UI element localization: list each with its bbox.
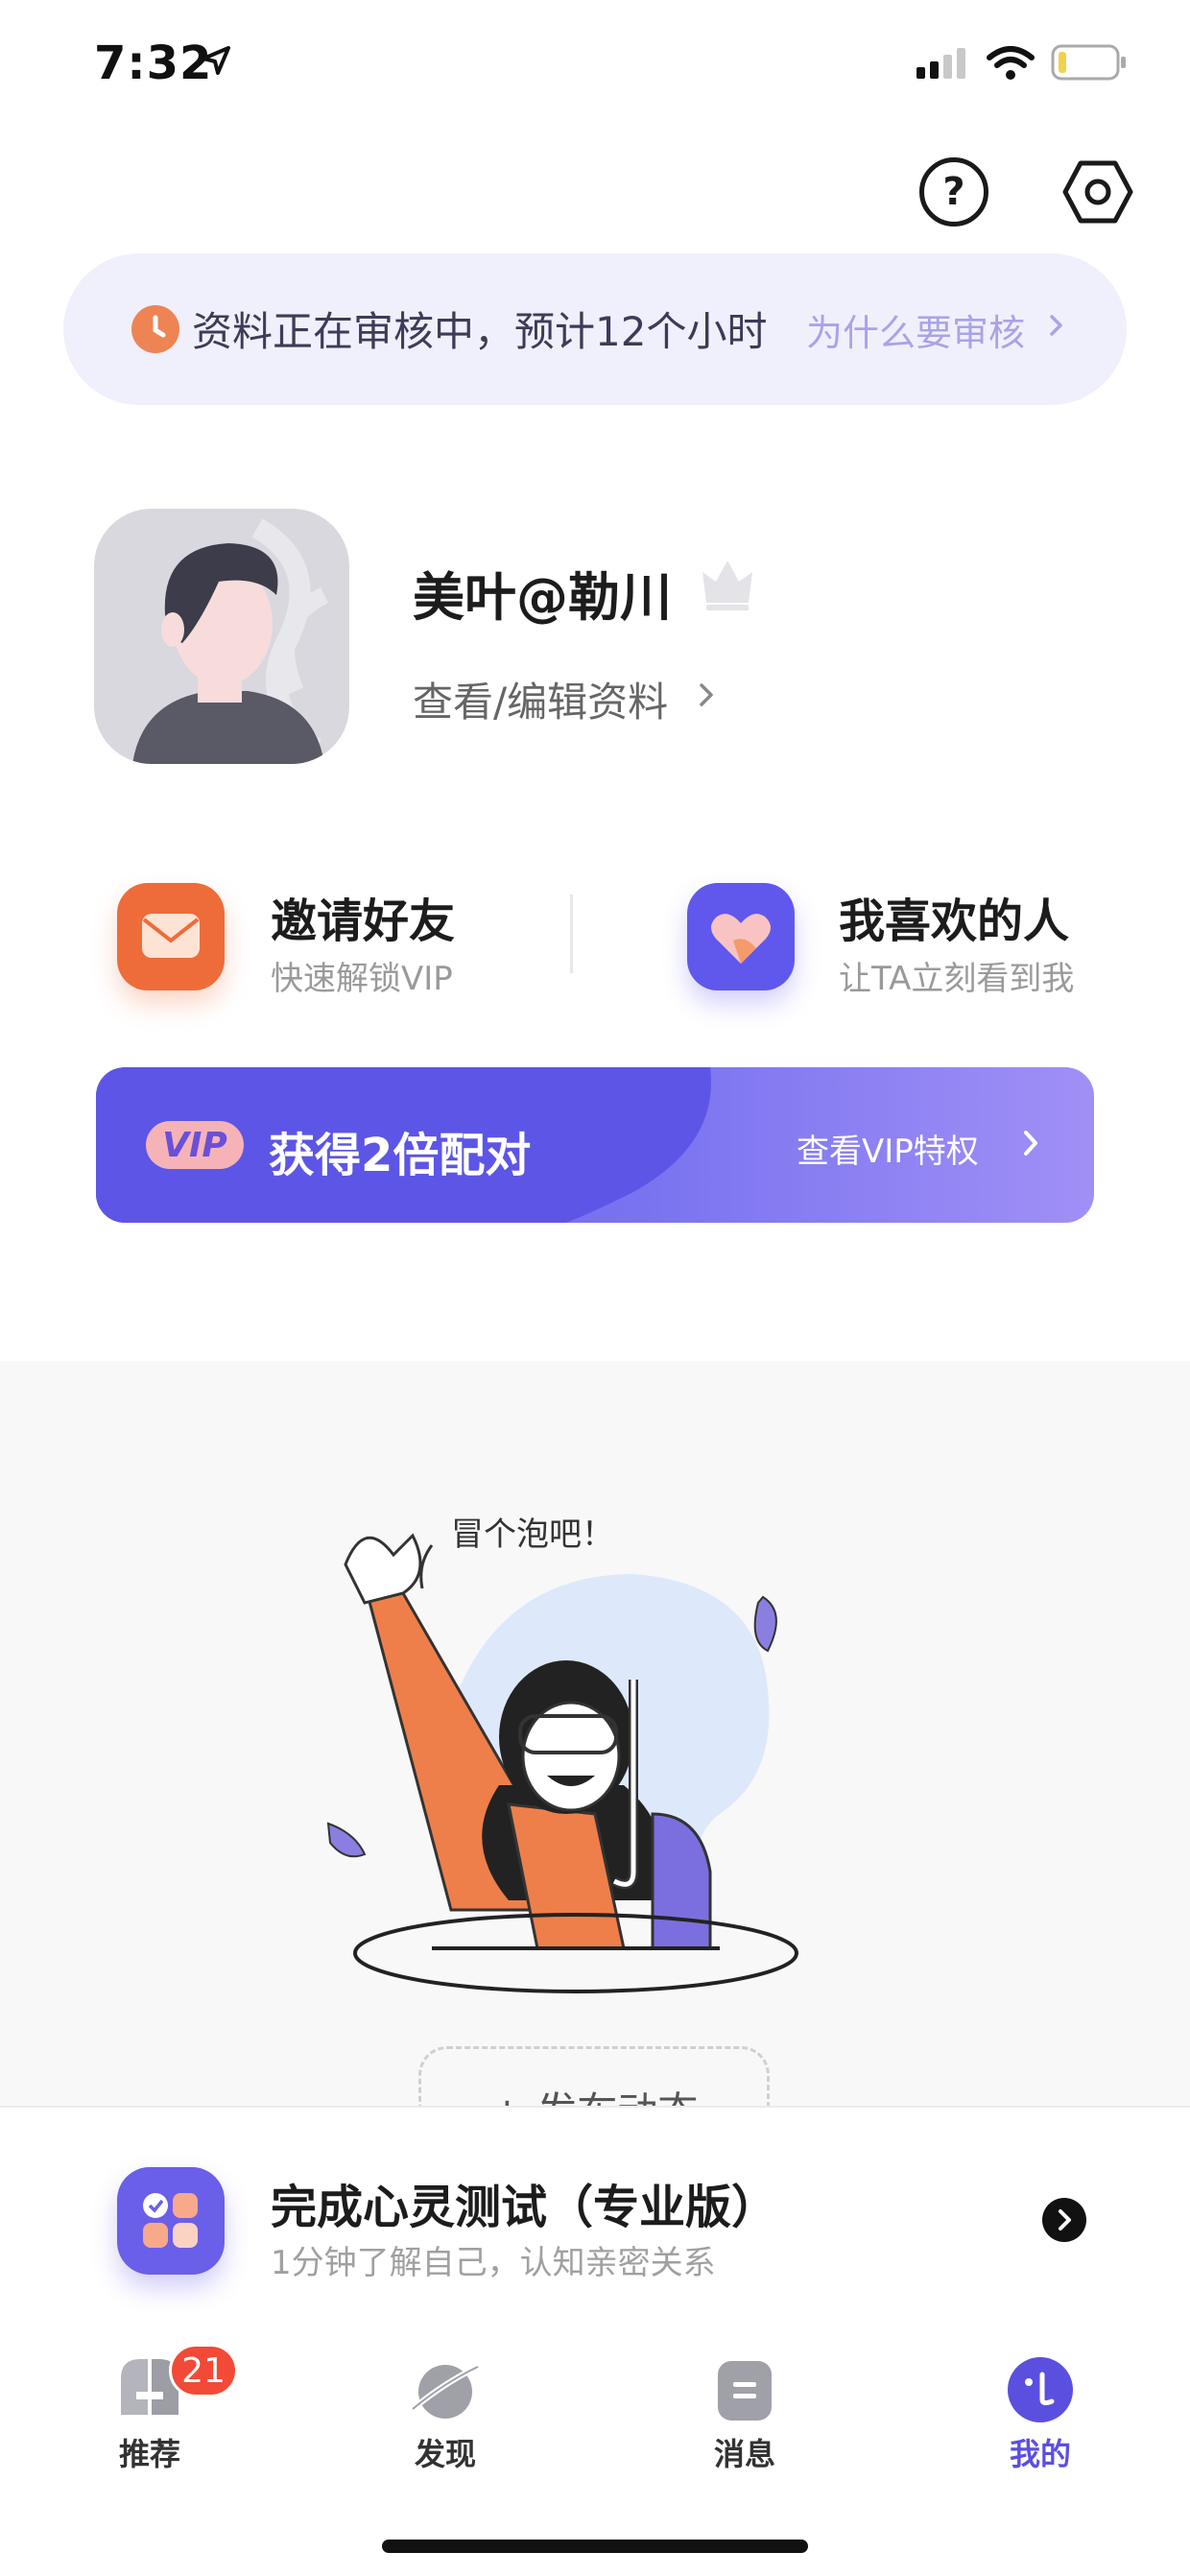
tab-label: 推荐 [118, 2436, 180, 2472]
chevron-right-icon [1024, 1131, 1037, 1156]
crown-icon [702, 561, 752, 610]
battery-icon [1051, 44, 1126, 81]
snorkel-girl-illustration: 冒个泡吧！ [326, 1516, 798, 1993]
settings-hexagon-icon[interactable] [1061, 155, 1134, 228]
why-review-link[interactable]: 为什么要审核 [806, 303, 1025, 356]
test-card-subtitle: 1分钟了解自己，认知亲密关系 [271, 2244, 716, 2282]
message-icon [718, 2361, 772, 2421]
tab-messages[interactable]: 消息 [649, 2353, 841, 2474]
planet-icon [411, 2364, 480, 2419]
cellular-signal-icon [916, 48, 965, 79]
invite-friends-subtitle: 快速解锁VIP [271, 960, 453, 998]
tab-label: 发现 [414, 2436, 476, 2472]
wifi-icon [987, 46, 1035, 80]
profile-name: 美叶@勒川 [413, 567, 672, 628]
chevron-right-icon [700, 683, 713, 706]
edit-profile-link[interactable]: 查看/编辑资料 [413, 670, 668, 728]
arrow-right-icon[interactable] [1042, 2198, 1086, 2242]
profile-face-icon [1008, 2357, 1073, 2422]
home-indicator [382, 2540, 808, 2553]
tab-label: 消息 [713, 2436, 775, 2472]
location-arrow-icon [202, 46, 230, 75]
tab-me[interactable]: 我的 [944, 2353, 1136, 2474]
vip-title: 获得2倍配对 [269, 1129, 532, 1182]
avatar[interactable] [94, 509, 349, 764]
envelope-icon[interactable] [117, 883, 225, 990]
vip-badge: VIP [146, 1121, 244, 1169]
notification-badge: 21 [169, 2344, 238, 2397]
tab-label: 我的 [1009, 2436, 1071, 2472]
help-button[interactable]: ? [919, 157, 988, 227]
tab-discover[interactable]: 发现 [349, 2353, 541, 2474]
people-i-like-title[interactable]: 我喜欢的人 [839, 883, 1069, 950]
review-status-text: 资料正在审核中，预计12个小时 [192, 308, 768, 355]
divider [570, 894, 573, 973]
speech-bubble-text: 冒个泡吧！ [451, 1516, 614, 1553]
apps-grid-icon [117, 2167, 225, 2275]
status-time: 7:32 [94, 36, 213, 90]
clock-icon [131, 305, 179, 353]
heart-icon[interactable] [687, 883, 795, 990]
test-card-title: 完成心灵测试（专业版） [271, 2181, 778, 2234]
invite-friends-title[interactable]: 邀请好友 [271, 883, 455, 950]
chevron-right-icon [1050, 315, 1062, 336]
people-i-like-subtitle: 让TA立刻看到我 [839, 960, 1075, 998]
view-vip-privileges-link[interactable]: 查看VIP特权 [797, 1125, 979, 1172]
